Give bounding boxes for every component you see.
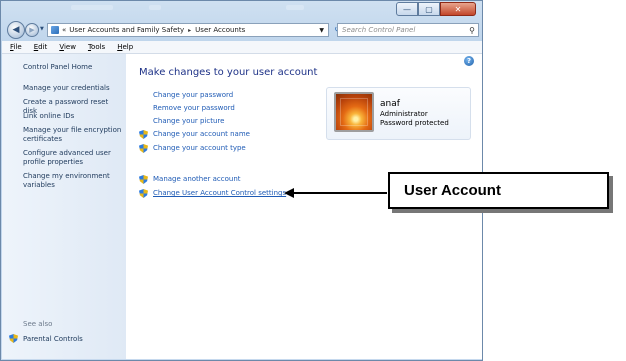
arrow-line	[292, 192, 387, 194]
control-panel-icon	[51, 26, 59, 34]
breadcrumb-item[interactable]: User Accounts	[195, 26, 245, 34]
maximize-button[interactable]: ▢	[418, 2, 440, 16]
title-bar[interactable]: — ▢ ✕	[1, 1, 482, 17]
see-also-label: See also	[23, 320, 53, 328]
sidebar-item-control-panel-home[interactable]: Control Panel Home	[23, 63, 123, 72]
sidebar-item-parental-controls[interactable]: Parental Controls	[9, 334, 83, 343]
user-name: anaf	[380, 99, 400, 109]
menu-help[interactable]: Help	[117, 43, 133, 51]
page-title: Make changes to your user account	[139, 67, 318, 78]
close-button[interactable]: ✕	[440, 2, 476, 16]
sidebar-item-environment-variables[interactable]: Change my environment variables	[23, 172, 123, 190]
address-bar[interactable]: « User Accounts and Family Safety ▸ User…	[47, 23, 329, 37]
parental-controls-label: Parental Controls	[23, 334, 83, 343]
minimize-button[interactable]: —	[396, 2, 418, 16]
shield-icon	[139, 144, 148, 153]
caption-buttons: — ▢ ✕	[396, 2, 476, 16]
help-icon[interactable]: ?	[464, 56, 474, 66]
forward-arrow-icon[interactable]: ▶	[25, 23, 39, 37]
sidebar-item-file-encryption[interactable]: Manage your file encryption certificates	[23, 126, 123, 144]
breadcrumb-item[interactable]: User Accounts and Family Safety	[69, 26, 184, 34]
menu-tools[interactable]: Tools	[88, 43, 105, 51]
title-bar-blur	[286, 5, 304, 10]
title-bar-blur	[71, 5, 113, 10]
user-account-card: anaf Administrator Password protected	[326, 87, 471, 140]
annotation-arrow	[284, 187, 387, 199]
user-picture	[334, 92, 374, 132]
search-box[interactable]: ⚲	[337, 23, 479, 37]
annotation-callout: User Account	[388, 172, 609, 209]
search-input[interactable]	[338, 25, 462, 35]
remove-password-link[interactable]: Remove your password	[153, 104, 235, 112]
sidebar-item-advanced-profile[interactable]: Configure advanced user profile properti…	[23, 149, 123, 167]
uac-settings-link[interactable]: Change User Account Control settings	[153, 189, 286, 197]
sidebar-item-manage-credentials[interactable]: Manage your credentials	[23, 84, 123, 93]
task-sidebar: Control Panel Home Manage your credentia…	[2, 54, 126, 359]
menu-bar: File Edit View Tools Help	[2, 41, 482, 54]
address-dropdown-icon[interactable]: ▼	[319, 27, 324, 34]
shield-icon	[139, 175, 148, 184]
manage-another-account-link[interactable]: Manage another account	[153, 175, 241, 183]
user-password-status: Password protected	[380, 119, 449, 127]
recent-pages-dropdown[interactable]: ▼	[40, 26, 44, 32]
change-password-link[interactable]: Change your password	[153, 91, 233, 99]
title-bar-blur	[149, 5, 161, 10]
menu-file[interactable]: File	[10, 43, 22, 51]
breadcrumb-separator[interactable]: ▸	[188, 27, 191, 34]
sidebar-item-link-online-ids[interactable]: Link online IDs	[23, 112, 123, 121]
search-icon[interactable]: ⚲	[469, 26, 475, 35]
address-overflow-chevron[interactable]: «	[62, 26, 66, 34]
change-picture-link[interactable]: Change your picture	[153, 117, 224, 125]
user-role: Administrator	[380, 110, 428, 118]
shield-icon	[139, 189, 148, 198]
parental-controls-icon	[9, 334, 18, 343]
change-account-name-link[interactable]: Change your account name	[153, 130, 250, 138]
navigation-bar: ◀ ▶ ▼ « User Accounts and Family Safety …	[5, 21, 479, 39]
shield-icon	[139, 130, 148, 139]
menu-edit[interactable]: Edit	[34, 43, 48, 51]
change-account-type-link[interactable]: Change your account type	[153, 144, 246, 152]
back-arrow-icon[interactable]: ◀	[7, 21, 25, 39]
menu-view[interactable]: View	[59, 43, 76, 51]
